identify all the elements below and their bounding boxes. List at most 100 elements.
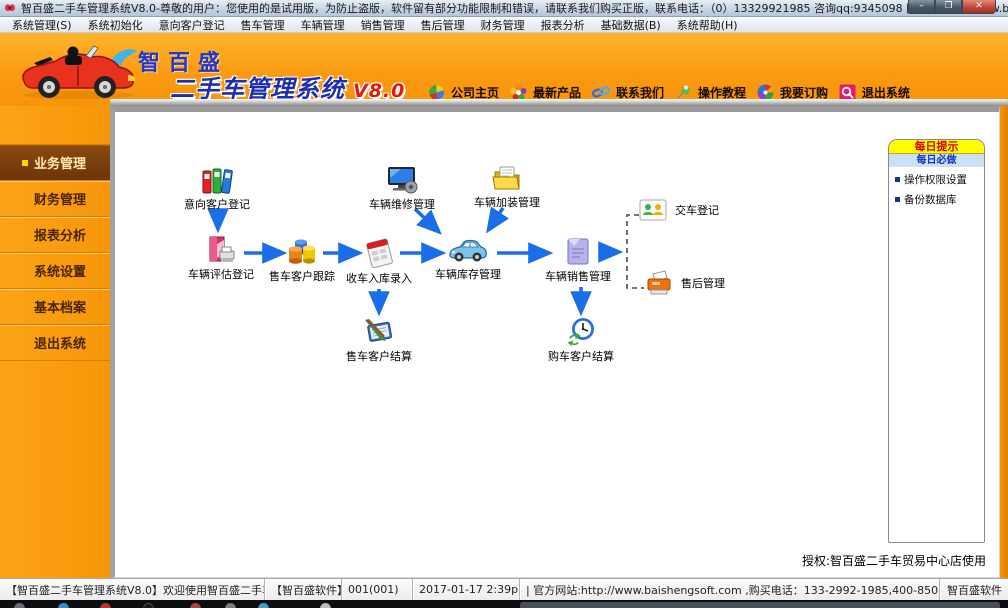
flow-node-inventory[interactable]: 车辆库存管理 bbox=[426, 234, 510, 282]
taskbar-icon[interactable] bbox=[100, 603, 111, 608]
receipt-icon bbox=[337, 238, 421, 268]
menu-system-init[interactable]: 系统初始化 bbox=[80, 17, 151, 33]
flow-node-vehicle-evaluate[interactable]: 车辆评估登记 bbox=[179, 234, 263, 282]
status-welcome: 【智百盛二手车管理系统V8.0】欢迎使用智百盛二手车管理系统V8.0... bbox=[0, 579, 265, 600]
quicklink-label: 操作教程 bbox=[698, 84, 746, 101]
status-brand: 智百盛软件 bbox=[940, 579, 1008, 600]
daily-must-do-header: 每日必做 bbox=[889, 154, 984, 167]
orange-printer-icon bbox=[645, 270, 673, 296]
flow-node-delivery-register[interactable]: 交车登记 bbox=[639, 198, 719, 222]
quicklink-contact-us[interactable]: 联系我们 bbox=[592, 84, 664, 101]
flow-node-label: 车辆评估登记 bbox=[179, 266, 263, 282]
app-window: 智百盛二手车管理系统V8.0-尊敬的用户：您使用的是试用版，为防止盗版，软件留有… bbox=[0, 0, 1008, 608]
flow-node-label: 收车入库录入 bbox=[337, 270, 421, 286]
quicklink-label: 退出系统 bbox=[862, 84, 910, 101]
flow-node-label: 交车登记 bbox=[675, 202, 719, 218]
bullet-icon bbox=[895, 177, 900, 182]
sidebar-item-label: 系统设置 bbox=[34, 261, 86, 280]
flow-node-aftersale[interactable]: 售后管理 bbox=[645, 270, 725, 296]
sidebar-item-business[interactable]: 业务管理 bbox=[0, 144, 110, 180]
taskbar-icon[interactable] bbox=[58, 603, 69, 608]
window-title: 智百盛二手车管理系统V8.0-尊敬的用户：您使用的是试用版，为防止盗版，软件留有… bbox=[21, 0, 1008, 16]
quicklink-new-products[interactable]: 最新产品 bbox=[510, 84, 581, 101]
flow-node-label: 意向客户登记 bbox=[175, 196, 259, 212]
workflow-diagram: 意向客户登记 车辆维修管理 bbox=[115, 112, 1000, 578]
right-orange-border bbox=[1000, 106, 1008, 578]
menu-aftersale[interactable]: 售后管理 bbox=[413, 17, 473, 33]
tips-item-permission[interactable]: 操作权限设置 bbox=[889, 167, 984, 187]
workflow-canvas: 意向客户登记 车辆维修管理 bbox=[110, 106, 1000, 578]
red-car-logo bbox=[16, 41, 146, 101]
quicklink-tutorial[interactable]: 操作教程 bbox=[675, 84, 746, 101]
taskbar-icon[interactable] bbox=[190, 603, 201, 608]
sidebar-item-label: 财务管理 bbox=[34, 189, 86, 208]
header-banner: 智百盛 二手车管理系统V8.0 公司主页 bbox=[0, 33, 1008, 106]
sidebar-nav: 业务管理 财务管理 报表分析 系统设置 基本档案 退出系统 bbox=[0, 106, 110, 578]
sidebar-item-reports[interactable]: 报表分析 bbox=[0, 216, 110, 252]
sidebar-item-label: 基本档案 bbox=[34, 297, 86, 316]
start-orb-icon[interactable] bbox=[14, 603, 25, 608]
selected-bullet-icon bbox=[22, 160, 28, 166]
sidebar-divider bbox=[0, 360, 110, 361]
flow-node-vehicle-refit[interactable]: 车辆加装管理 bbox=[465, 162, 549, 210]
flow-node-vehicle-repair[interactable]: 车辆维修管理 bbox=[360, 164, 444, 212]
menu-base-data[interactable]: 基础数据(B) bbox=[593, 17, 669, 33]
sidebar-item-finance[interactable]: 财务管理 bbox=[0, 180, 110, 216]
active-taskbar-button[interactable] bbox=[520, 602, 1000, 608]
sidebar-item-label: 业务管理 bbox=[34, 153, 86, 172]
notepad-icon bbox=[536, 236, 620, 266]
flow-node-seller-settlement[interactable]: 售车客户结算 bbox=[337, 316, 421, 364]
flow-node-seller-tracking[interactable]: 售车客户跟踪 bbox=[260, 236, 344, 284]
menu-intent-customer[interactable]: 意向客户登记 bbox=[151, 17, 233, 33]
maximize-button[interactable]: ❐ bbox=[935, 0, 962, 14]
notebook-pen-icon bbox=[337, 316, 421, 346]
binders-icon bbox=[175, 164, 259, 194]
close-button[interactable]: ✕ bbox=[962, 0, 996, 14]
daily-tips-panel: 每日提示 每日必做 操作权限设置 备份数据库 bbox=[888, 139, 985, 543]
menu-sell-car[interactable]: 售车管理 bbox=[233, 17, 293, 33]
sidebar-item-label: 退出系统 bbox=[34, 333, 86, 352]
quicklink-homepage[interactable]: 公司主页 bbox=[428, 84, 499, 101]
windows-taskbar[interactable] bbox=[0, 600, 1008, 608]
quicklink-label: 最新产品 bbox=[533, 84, 581, 101]
license-text: 授权:智百盛二手车贸易中心店使用 bbox=[802, 552, 986, 569]
menu-sales[interactable]: 销售管理 bbox=[353, 17, 413, 33]
sidebar-item-exit[interactable]: 退出系统 bbox=[0, 324, 110, 360]
status-software: 【智百盛软件】 bbox=[265, 579, 342, 600]
flow-node-label: 购车客户结算 bbox=[539, 348, 623, 364]
pinwheel-icon bbox=[757, 84, 774, 101]
chain-link-icon bbox=[592, 84, 610, 101]
sidebar-item-archives[interactable]: 基本档案 bbox=[0, 288, 110, 324]
flow-node-label: 车辆维修管理 bbox=[360, 196, 444, 212]
app-icon bbox=[4, 2, 16, 14]
quicklink-exit[interactable]: 退出系统 bbox=[839, 84, 910, 101]
menu-bar: 系统管理(S) 系统初始化 意向客户登记 售车管理 车辆管理 销售管理 售后管理… bbox=[0, 17, 1008, 33]
taskbar-icon[interactable] bbox=[258, 603, 269, 608]
menu-help[interactable]: 系统帮助(H) bbox=[669, 17, 746, 33]
magnifier-icon bbox=[839, 84, 856, 101]
sidebar-item-settings[interactable]: 系统设置 bbox=[0, 252, 110, 288]
menu-reports[interactable]: 报表分析 bbox=[533, 17, 593, 33]
taskbar-icon[interactable] bbox=[143, 603, 154, 608]
quicklink-order[interactable]: 我要订购 bbox=[757, 84, 828, 101]
flow-node-car-intake[interactable]: 收车入库录入 bbox=[337, 238, 421, 286]
flow-node-label: 售车客户跟踪 bbox=[260, 268, 344, 284]
minimize-button[interactable]: – bbox=[908, 0, 935, 14]
pushpin-icon bbox=[675, 84, 692, 101]
flow-node-sales-management[interactable]: 车辆销售管理 bbox=[536, 236, 620, 284]
menu-system-management[interactable]: 系统管理(S) bbox=[4, 17, 80, 33]
tips-item-backup[interactable]: 备份数据库 bbox=[889, 187, 984, 207]
taskbar-icon[interactable] bbox=[320, 603, 331, 608]
flow-node-buyer-settlement[interactable]: 购车客户结算 bbox=[539, 316, 623, 364]
menu-finance[interactable]: 财务管理 bbox=[473, 17, 533, 33]
header-divider bbox=[110, 99, 1008, 106]
flow-node-intent-register[interactable]: 意向客户登记 bbox=[175, 164, 259, 212]
sidebar-item-label: 报表分析 bbox=[34, 225, 86, 244]
status-datetime: 2017-01-17 2:39pm bbox=[413, 579, 520, 600]
blue-car-icon bbox=[426, 234, 510, 264]
taskbar-icon[interactable] bbox=[225, 603, 236, 608]
id-card-icon bbox=[639, 198, 667, 222]
pie-chart-icon bbox=[428, 84, 445, 101]
folder-doc-icon bbox=[465, 162, 549, 192]
menu-vehicle[interactable]: 车辆管理 bbox=[293, 17, 353, 33]
